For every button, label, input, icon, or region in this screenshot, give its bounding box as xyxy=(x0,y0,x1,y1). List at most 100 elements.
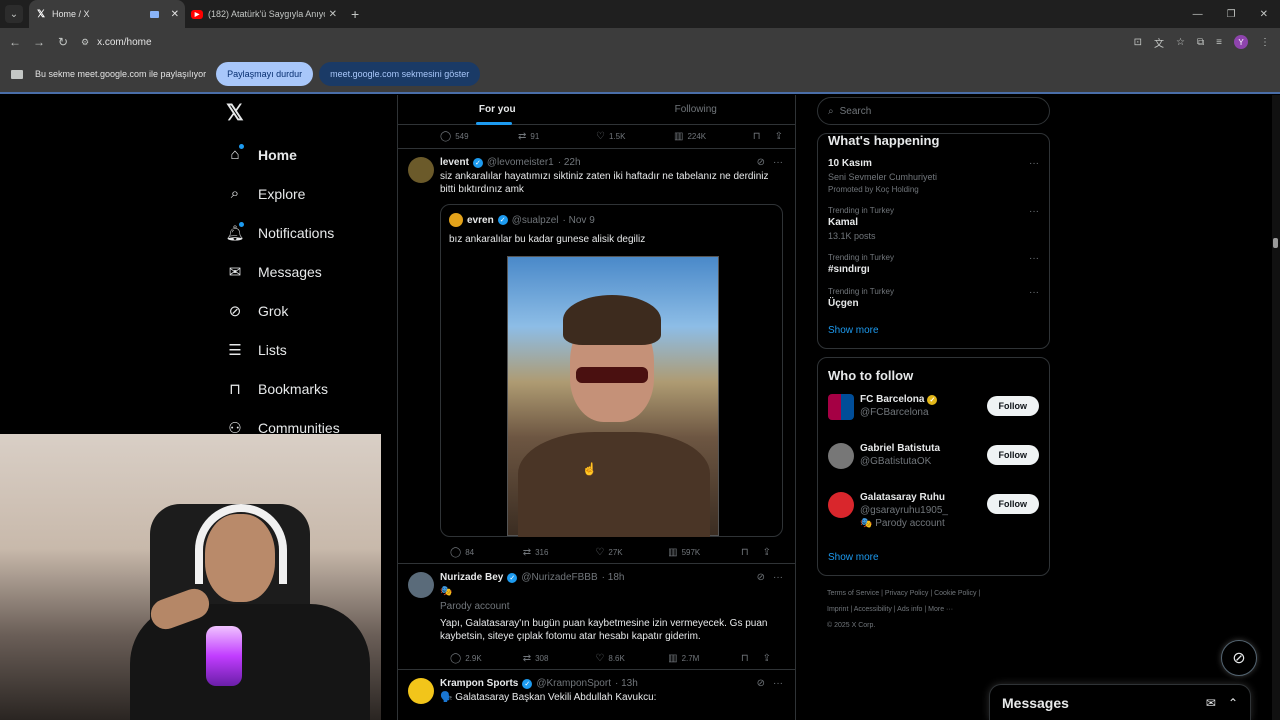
repost-button[interactable]: ⇄ 308 xyxy=(523,653,596,664)
repost-button[interactable]: ⇄ 91 xyxy=(518,131,596,142)
author-name[interactable]: levent xyxy=(440,157,469,168)
trend-item[interactable]: Trending in Turkey Kamal 13.1K posts ··· xyxy=(828,206,1039,241)
tab-search-icon[interactable]: ⌄ xyxy=(5,5,23,23)
follow-button[interactable]: Follow xyxy=(986,396,1039,416)
post-time[interactable]: · 22h xyxy=(558,157,581,168)
avatar[interactable] xyxy=(408,572,434,598)
quoted-post[interactable]: evren ✓ @sualpzel · Nov 9 bız ankaralıla… xyxy=(440,204,783,537)
post[interactable]: ⊘ ··· levent ✓ @levomeister1 · 22h siz an… xyxy=(398,149,795,564)
nav-notifications[interactable]: 🔔︎ Notifications xyxy=(224,213,394,252)
mail-icon: ✉ xyxy=(228,263,242,281)
post[interactable]: ⊘ ··· Krampon Sports ✓ @KramponSport · 13… xyxy=(398,670,795,704)
follow-suggestion[interactable]: Galatasaray Ruhu @gsarayruhu1905_ 🎭 Paro… xyxy=(828,492,1039,548)
tab-following[interactable]: Following xyxy=(597,95,796,124)
post-time[interactable]: · 13h xyxy=(615,678,638,689)
trend-item[interactable]: Trending in Turkey Üçgen ··· xyxy=(828,287,1039,309)
post-photo[interactable] xyxy=(507,256,719,537)
close-window-icon[interactable]: ✕ xyxy=(1260,9,1268,20)
nav-grok[interactable]: ⊘ Grok xyxy=(224,291,394,330)
profile-avatar[interactable]: Y xyxy=(1234,35,1248,49)
close-tab-icon[interactable]: ✕ xyxy=(171,9,179,20)
scrollbar-thumb[interactable] xyxy=(1273,238,1278,248)
share-icon[interactable]: ⇪ xyxy=(763,547,771,558)
bookmark-icon[interactable]: ⊓ xyxy=(753,131,761,142)
repost-button[interactable]: ⇄ 316 xyxy=(523,547,596,558)
like-button[interactable]: ♡ 27K xyxy=(595,547,668,558)
author-name[interactable]: Nurizade Bey xyxy=(440,572,503,583)
more-icon[interactable]: ··· xyxy=(1029,253,1039,264)
forward-icon[interactable]: → xyxy=(27,35,51,49)
new-tab-button[interactable]: + xyxy=(351,6,359,22)
close-tab-icon[interactable]: ✕ xyxy=(329,9,337,20)
tab-for-you[interactable]: For you xyxy=(398,95,597,125)
url-field[interactable]: ⚙ x.com/home xyxy=(81,37,152,48)
reload-icon[interactable]: ↻ xyxy=(51,35,75,49)
install-app-icon[interactable]: ⊡ xyxy=(1134,37,1142,48)
like-button[interactable]: ♡ 8.6K xyxy=(595,653,668,664)
grok-icon[interactable]: ⊘ xyxy=(757,678,765,689)
share-icon[interactable]: ⇪ xyxy=(775,131,783,142)
reply-button[interactable]: ◯ 2.9K xyxy=(450,653,523,664)
trend-item[interactable]: Trending in Turkey #sındırgı ··· xyxy=(828,253,1039,275)
minimize-icon[interactable]: — xyxy=(1193,9,1203,20)
show-more-link[interactable]: Show more xyxy=(828,321,1039,348)
more-icon[interactable]: ··· xyxy=(773,157,783,168)
x-logo-icon[interactable]: 𝕏 xyxy=(226,100,394,130)
messages-drawer[interactable]: Messages ✉ ⌃ xyxy=(989,684,1251,720)
footer-line[interactable]: Terms of Service | Privacy Policy | Cook… xyxy=(827,586,1050,602)
follow-button[interactable]: Follow xyxy=(986,445,1039,465)
follow-suggestion[interactable]: FC Barcelona ✓ @FCBarcelona Follow xyxy=(828,394,1039,437)
bookmark-icon[interactable]: ⊓ xyxy=(741,653,749,664)
grok-icon[interactable]: ⊘ xyxy=(757,157,765,168)
author-name[interactable]: Krampon Sports xyxy=(440,678,518,689)
author-handle[interactable]: @levomeister1 xyxy=(487,157,554,168)
views-button[interactable]: ▥ 597K xyxy=(668,547,741,558)
nav-bookmarks[interactable]: ⊓ Bookmarks xyxy=(224,369,394,408)
share-icon[interactable]: ⇪ xyxy=(763,653,771,664)
expand-icon[interactable]: ⌃ xyxy=(1228,696,1238,710)
site-info-icon[interactable]: ⚙ xyxy=(81,37,89,48)
stop-sharing-button[interactable]: Paylaşmayı durdur xyxy=(216,62,314,86)
tab-youtube[interactable]: ▶ (182) Atatürk'ü Saygıyla Anıyor ✕ xyxy=(185,0,343,28)
extensions-icon[interactable]: ⧉ xyxy=(1197,37,1204,48)
nav-home[interactable]: ⌂ Home xyxy=(224,135,394,174)
footer-line[interactable]: Imprint | Accessibility | Ads info | Mor… xyxy=(827,602,1050,618)
post-time[interactable]: · 18h xyxy=(602,572,625,583)
post[interactable]: ⊘ ··· Nurizade Bey ✓ @NurizadeFBBB · 18h … xyxy=(398,564,795,670)
more-icon[interactable]: ··· xyxy=(1029,206,1039,217)
grok-icon[interactable]: ⊘ xyxy=(757,572,765,583)
views-button[interactable]: ▥ 2.7M xyxy=(668,653,741,664)
search-input[interactable]: ⌕ Search xyxy=(817,97,1050,125)
bookmark-icon[interactable]: ⊓ xyxy=(741,547,749,558)
views-button[interactable]: ▥ 224K xyxy=(674,131,752,142)
bookmark-star-icon[interactable]: ☆ xyxy=(1176,37,1185,48)
grok-floating-button[interactable]: ⊘ xyxy=(1221,640,1257,676)
media-icon[interactable]: ≡ xyxy=(1216,37,1222,48)
like-button[interactable]: ♡ 1.5K xyxy=(596,131,674,142)
menu-icon[interactable]: ⋮ xyxy=(1260,37,1270,48)
restore-icon[interactable]: ❐ xyxy=(1227,9,1236,20)
more-icon[interactable]: ··· xyxy=(1029,287,1039,298)
reply-button[interactable]: ◯ 549 xyxy=(440,131,518,142)
nav-lists[interactable]: ☰ Lists xyxy=(224,330,394,369)
follow-suggestion[interactable]: Gabriel Batistuta @GBatistutaOK Follow xyxy=(828,443,1039,486)
more-icon[interactable]: ··· xyxy=(773,678,783,689)
back-icon[interactable]: ← xyxy=(3,35,27,49)
author-handle[interactable]: @KramponSport xyxy=(536,678,611,689)
more-icon[interactable]: ··· xyxy=(1029,158,1039,169)
tab-x-home[interactable]: 𝕏 Home / X ✕ xyxy=(29,0,185,28)
scrollbar[interactable] xyxy=(1272,95,1280,720)
nav-explore[interactable]: ⌕ Explore xyxy=(224,174,394,213)
author-handle[interactable]: @NurizadeFBBB xyxy=(521,572,597,583)
avatar[interactable] xyxy=(408,678,434,704)
translate-icon[interactable]: 文 xyxy=(1154,35,1164,50)
new-message-icon[interactable]: ✉ xyxy=(1206,696,1216,710)
show-meet-tab-button[interactable]: meet.google.com sekmesini göster xyxy=(319,62,481,86)
nav-messages[interactable]: ✉ Messages xyxy=(224,252,394,291)
reply-button[interactable]: ◯ 84 xyxy=(450,547,523,558)
avatar[interactable] xyxy=(408,157,434,183)
trend-item[interactable]: 10 Kasım Seni Sevmeler Cumhuriyeti Promo… xyxy=(828,158,1039,194)
follow-button[interactable]: Follow xyxy=(986,494,1039,514)
show-more-link[interactable]: Show more xyxy=(828,548,1039,575)
more-icon[interactable]: ··· xyxy=(773,572,783,583)
